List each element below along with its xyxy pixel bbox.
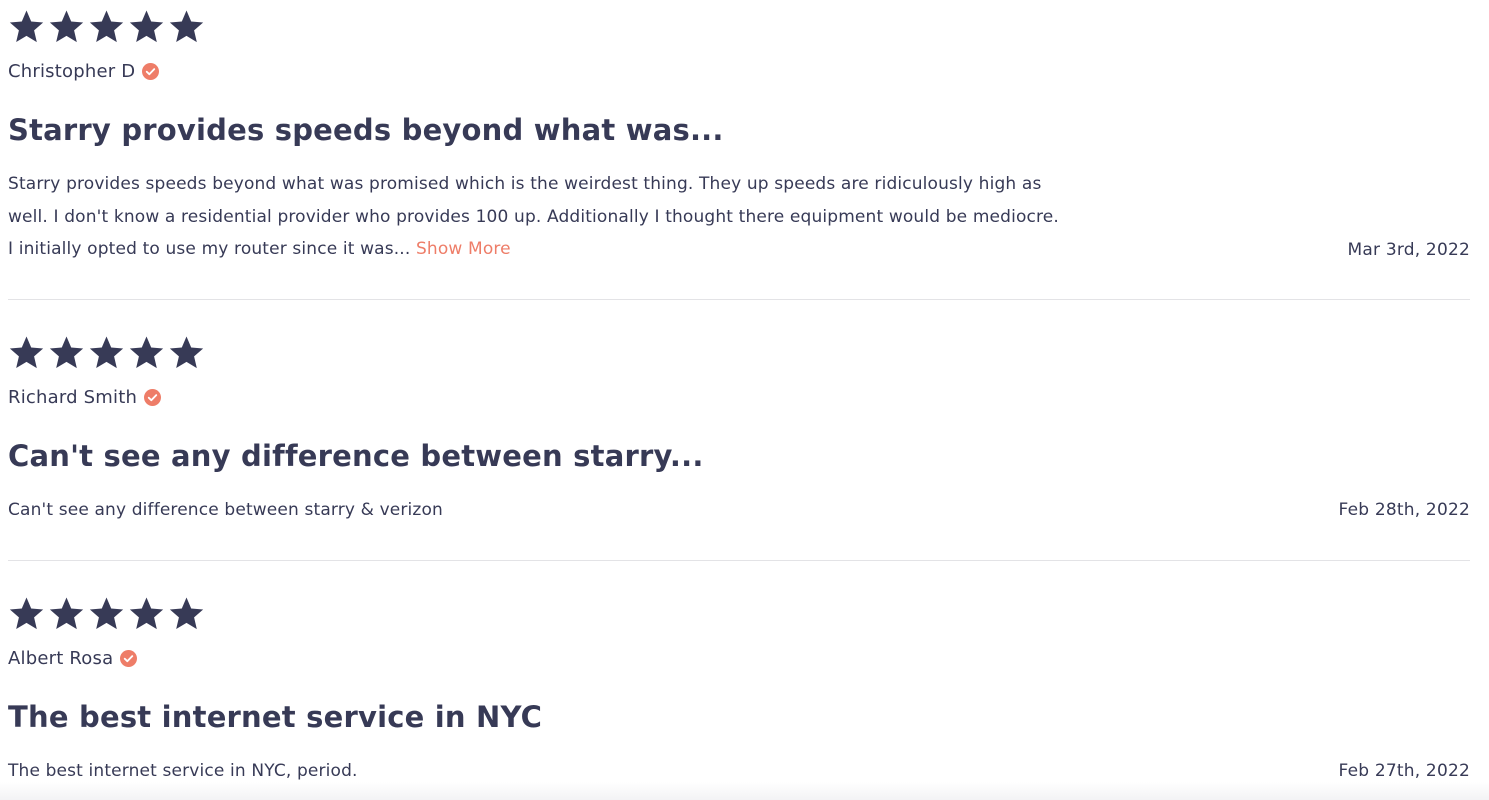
review-card: Richard Smith Can't see any difference b… (8, 334, 1470, 534)
star-icon (48, 595, 85, 632)
star-icon (8, 334, 45, 371)
star-rating (8, 8, 205, 48)
review-title: Starry provides speeds beyond what was..… (8, 113, 724, 147)
reviewer-name: Albert Rosa (8, 648, 114, 669)
review-text: Can't see any difference between starry … (8, 500, 443, 520)
verified-check-icon (144, 389, 162, 406)
bottom-fade (0, 782, 1489, 800)
star-icon (168, 595, 205, 632)
star-icon (128, 8, 165, 45)
review-date: Feb 27th, 2022 (1338, 761, 1470, 781)
reviewer-name: Christopher D (8, 61, 136, 82)
review-date: Mar 3rd, 2022 (1347, 240, 1470, 260)
review-date: Feb 28th, 2022 (1338, 500, 1470, 520)
reviewer: Christopher D (8, 61, 160, 82)
star-icon (168, 8, 205, 45)
star-icon (48, 8, 85, 45)
divider (8, 299, 1470, 300)
review-card: Albert Rosa The best internet service in… (8, 595, 1470, 800)
star-icon (88, 8, 125, 45)
reviewer: Richard Smith (8, 387, 162, 408)
review-body: Can't see any difference between starry … (8, 494, 1068, 527)
verified-check-icon (120, 650, 138, 667)
review-title: The best internet service in NYC (8, 700, 543, 734)
star-icon (8, 595, 45, 632)
show-more-link[interactable]: Show More (416, 239, 511, 259)
review-text: Starry provides speeds beyond what was p… (8, 174, 1059, 259)
review-title: Can't see any difference between starry.… (8, 439, 704, 473)
star-icon (88, 595, 125, 632)
verified-check-icon (142, 63, 160, 80)
review-text: The best internet service in NYC, period… (8, 761, 358, 781)
divider (8, 560, 1470, 561)
star-rating (8, 334, 205, 374)
star-icon (8, 8, 45, 45)
star-rating (8, 595, 205, 635)
reviewer: Albert Rosa (8, 648, 138, 669)
star-icon (128, 595, 165, 632)
reviewer-name: Richard Smith (8, 387, 138, 408)
review-body: Starry provides speeds beyond what was p… (8, 168, 1068, 266)
star-icon (48, 334, 85, 371)
star-icon (88, 334, 125, 371)
review-card: Christopher D Starry provides speeds bey… (8, 8, 1470, 298)
star-icon (128, 334, 165, 371)
star-icon (168, 334, 205, 371)
